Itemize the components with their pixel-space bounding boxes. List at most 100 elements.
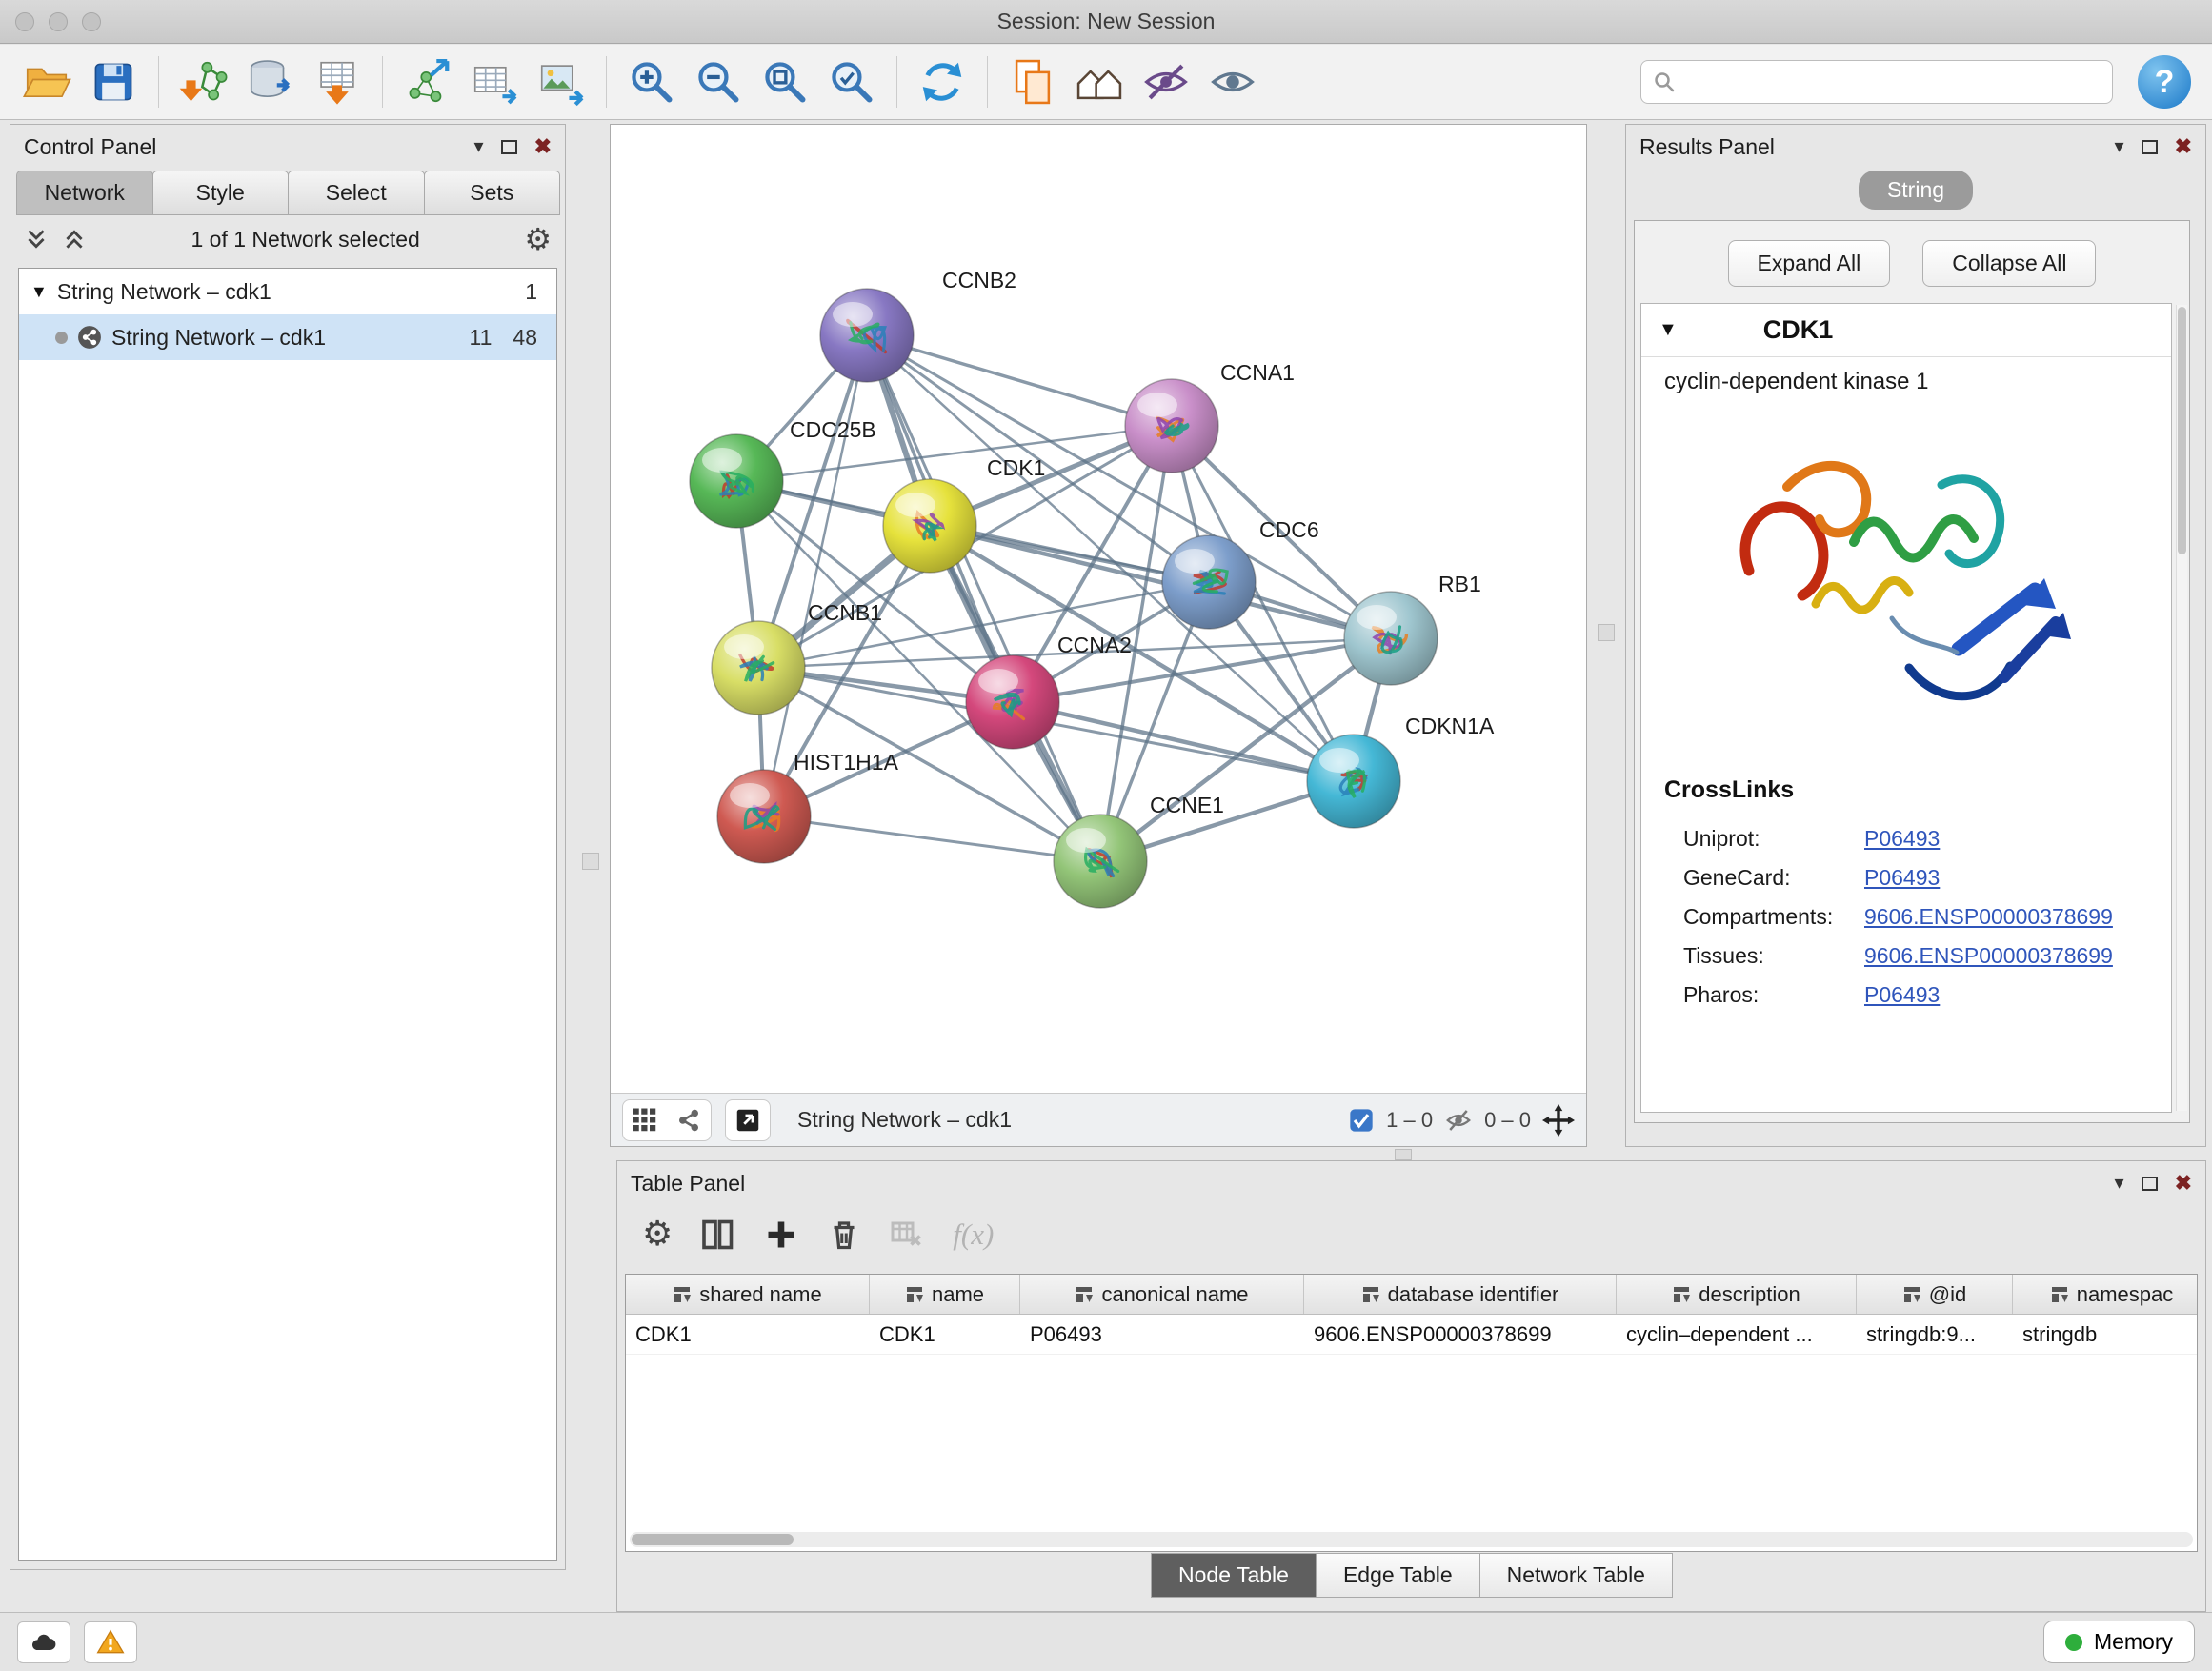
delete-table-button[interactable]	[890, 1218, 924, 1252]
tab-style[interactable]: Style	[152, 171, 290, 215]
table-scrollbar-thumb[interactable]	[632, 1534, 794, 1545]
network-collection-row[interactable]: ▼ String Network – cdk1 1	[19, 269, 556, 314]
memory-button[interactable]: Memory	[2043, 1621, 2195, 1663]
save-session-button[interactable]	[82, 50, 145, 113]
node-CDKN1A[interactable]	[1307, 735, 1400, 828]
edge-HIST1H1A-CCNE1[interactable]	[764, 816, 1100, 861]
help-button[interactable]: ?	[2138, 55, 2191, 109]
tab-edge-table[interactable]: Edge Table	[1316, 1553, 1480, 1598]
tab-select[interactable]: Select	[288, 171, 425, 215]
zoom-out-button[interactable]	[687, 50, 750, 113]
float-panel-icon[interactable]	[501, 140, 517, 154]
results-scrollbar[interactable]	[2176, 305, 2187, 1111]
node-CCNB1[interactable]	[712, 621, 805, 715]
warnings-button[interactable]	[84, 1621, 137, 1663]
import-network-file-button[interactable]	[172, 50, 235, 113]
import-network-database-button[interactable]	[239, 50, 302, 113]
table-row[interactable]: CDK1CDK1P064939606.ENSP00000378699cyclin…	[626, 1315, 2197, 1355]
protein-accordion-header[interactable]: ▼ CDK1	[1641, 304, 2171, 357]
collapse-all-icon[interactable]	[24, 227, 49, 252]
accordion-caret-icon[interactable]: ▼	[1659, 319, 1678, 341]
import-table-button[interactable]	[306, 50, 369, 113]
left-splitter-grip[interactable]	[582, 853, 599, 870]
export-network-button[interactable]	[396, 50, 459, 113]
network-options-gear-icon[interactable]: ⚙	[524, 224, 552, 254]
hidden-eye-slash-icon[interactable]	[1444, 1106, 1473, 1135]
results-scrollbar-thumb[interactable]	[2178, 307, 2186, 554]
export-table-button[interactable]	[463, 50, 526, 113]
birdseye-toggle-button[interactable]	[726, 1100, 770, 1140]
table-horizontal-scrollbar[interactable]	[630, 1532, 2193, 1547]
right-splitter-grip[interactable]	[1598, 624, 1615, 641]
pan-move-icon[interactable]	[1542, 1104, 1575, 1137]
network-canvas[interactable]: CCNB2CCNA1CDC25BCDK1CDC6RB1CCNB1CCNA2CDK…	[611, 125, 1586, 1093]
network-overview-button[interactable]	[667, 1100, 711, 1140]
node-RB1[interactable]	[1344, 592, 1438, 685]
copy-document-button[interactable]	[1001, 50, 1064, 113]
network-row-selected[interactable]: String Network – cdk1 11 48	[19, 314, 556, 360]
expand-all-icon[interactable]	[62, 227, 87, 252]
column-header-database-identifier[interactable]: database identifier	[1304, 1275, 1617, 1314]
open-session-button[interactable]	[15, 50, 78, 113]
close-window-button[interactable]	[15, 12, 34, 31]
zoom-in-button[interactable]	[620, 50, 683, 113]
node-HIST1H1A[interactable]	[717, 770, 811, 863]
cloud-status-button[interactable]	[17, 1621, 70, 1663]
edge-CCNB2-CCNE1[interactable]	[867, 335, 1100, 861]
zoom-selected-button[interactable]	[820, 50, 883, 113]
tab-network-table[interactable]: Network Table	[1479, 1553, 1673, 1598]
grid-view-button[interactable]	[623, 1100, 667, 1140]
node-CDC6[interactable]	[1162, 535, 1256, 629]
edge-CCNB2-CCNA1[interactable]	[867, 335, 1172, 426]
node-CCNA2[interactable]	[966, 655, 1059, 749]
node-CCNE1[interactable]	[1054, 815, 1147, 908]
maximize-window-button[interactable]	[82, 12, 101, 31]
refresh-view-button[interactable]	[911, 50, 974, 113]
panel-menu-icon[interactable]: ▾	[474, 137, 484, 156]
delete-column-button[interactable]	[827, 1218, 861, 1252]
close-panel-icon[interactable]: ✖	[2175, 136, 2192, 157]
create-column-button[interactable]	[764, 1218, 798, 1252]
string-home-button[interactable]	[1068, 50, 1131, 113]
column-header-namespac[interactable]: namespac	[2013, 1275, 2198, 1314]
panel-menu-icon[interactable]: ▾	[2115, 1174, 2124, 1193]
column-header-shared-name[interactable]: shared name	[626, 1275, 870, 1314]
column-header-description[interactable]: description	[1617, 1275, 1857, 1314]
crosslink-uniprot-link[interactable]: P06493	[1864, 826, 1940, 852]
close-panel-icon[interactable]: ✖	[534, 136, 552, 157]
column-header-name[interactable]: name	[870, 1275, 1020, 1314]
string-tab-badge[interactable]: String	[1859, 171, 1973, 210]
search-input[interactable]	[1685, 70, 2101, 93]
crosslink-pharos-link[interactable]: P06493	[1864, 982, 1940, 1008]
tree-expand-icon[interactable]: ▼	[30, 282, 48, 302]
column-header--id[interactable]: @id	[1857, 1275, 2013, 1314]
collapse-all-button[interactable]: Collapse All	[1922, 240, 2096, 287]
edge-CCNB2-HIST1H1A[interactable]	[764, 335, 867, 816]
show-columns-button[interactable]	[701, 1218, 735, 1252]
node-CDK1[interactable]	[883, 479, 976, 573]
node-CDC25B[interactable]	[690, 434, 783, 528]
function-builder-button[interactable]: f(x)	[953, 1218, 994, 1252]
tab-network[interactable]: Network	[16, 171, 153, 215]
node-CCNA1[interactable]	[1125, 379, 1218, 473]
panel-menu-icon[interactable]: ▾	[2115, 137, 2124, 156]
zoom-fit-button[interactable]	[754, 50, 816, 113]
selected-checkbox-icon[interactable]	[1348, 1107, 1375, 1134]
close-panel-icon[interactable]: ✖	[2175, 1173, 2192, 1194]
column-header-canonical-name[interactable]: canonical name	[1020, 1275, 1304, 1314]
float-panel-icon[interactable]	[2142, 1177, 2158, 1191]
network-graph[interactable]: CCNB2CCNA1CDC25BCDK1CDC6RB1CCNB1CCNA2CDK…	[611, 125, 1586, 1093]
show-all-button[interactable]	[1201, 50, 1264, 113]
node-CCNB2[interactable]	[820, 289, 914, 382]
crosslink-compartments-link[interactable]: 9606.ENSP00000378699	[1864, 904, 2113, 930]
expand-all-button[interactable]: Expand All	[1728, 240, 1891, 287]
float-panel-icon[interactable]	[2142, 140, 2158, 154]
minimize-window-button[interactable]	[49, 12, 68, 31]
table-options-gear-icon[interactable]: ⚙	[642, 1218, 673, 1252]
tab-node-table[interactable]: Node Table	[1151, 1553, 1317, 1598]
crosslink-genecard-link[interactable]: P06493	[1864, 865, 1940, 891]
bottom-splitter-grip[interactable]	[1395, 1149, 1412, 1160]
export-image-button[interactable]	[530, 50, 593, 113]
tab-sets[interactable]: Sets	[424, 171, 561, 215]
crosslink-tissues-link[interactable]: 9606.ENSP00000378699	[1864, 943, 2113, 969]
